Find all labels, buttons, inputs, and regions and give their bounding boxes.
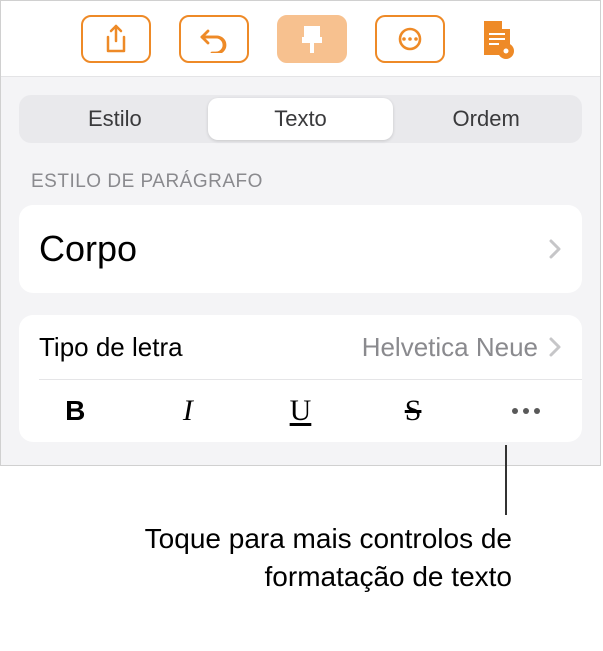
paragraph-style-row[interactable]: Corpo <box>19 205 582 293</box>
format-panel: Estilo Texto Ordem ESTILO DE PARÁGRAFO C… <box>0 0 601 466</box>
format-button[interactable] <box>277 15 347 63</box>
chevron-right-icon <box>548 238 562 260</box>
toolbar <box>1 1 600 77</box>
italic-button[interactable]: I <box>132 380 245 442</box>
tab-text[interactable]: Texto <box>208 98 394 140</box>
segmented-control-wrap: Estilo Texto Ordem <box>1 77 600 143</box>
paragraph-style-header: ESTILO DE PARÁGRAFO <box>1 143 600 201</box>
segmented-control: Estilo Texto Ordem <box>19 95 582 143</box>
paragraph-style-value: Corpo <box>39 228 548 270</box>
font-card: Tipo de letra Helvetica Neue B I U S <box>19 315 582 442</box>
more-icon <box>393 27 427 51</box>
chevron-right-icon <box>548 336 562 358</box>
document-view-icon <box>480 19 514 59</box>
more-text-options-button[interactable] <box>469 380 582 442</box>
ellipsis-icon <box>512 408 540 414</box>
format-brush-icon <box>299 24 325 54</box>
font-value: Helvetica Neue <box>362 332 538 363</box>
more-button[interactable] <box>375 15 445 63</box>
undo-button[interactable] <box>179 15 249 63</box>
callout-text: Toque para mais controlos de formatação … <box>0 520 512 596</box>
font-label: Tipo de letra <box>39 332 362 363</box>
paragraph-style-card: Corpo <box>19 205 582 293</box>
share-button[interactable] <box>81 15 151 63</box>
callout-leader-line <box>505 445 507 515</box>
tab-style[interactable]: Estilo <box>22 98 208 140</box>
share-icon <box>104 24 128 54</box>
text-style-row: B I U S <box>19 380 582 442</box>
undo-icon <box>199 25 229 53</box>
bold-button[interactable]: B <box>19 380 132 442</box>
strikethrough-button[interactable]: S <box>357 380 470 442</box>
font-row[interactable]: Tipo de letra Helvetica Neue <box>19 315 582 379</box>
tab-order[interactable]: Ordem <box>393 98 579 140</box>
document-view-button[interactable] <box>473 15 521 63</box>
underline-button[interactable]: U <box>244 380 357 442</box>
